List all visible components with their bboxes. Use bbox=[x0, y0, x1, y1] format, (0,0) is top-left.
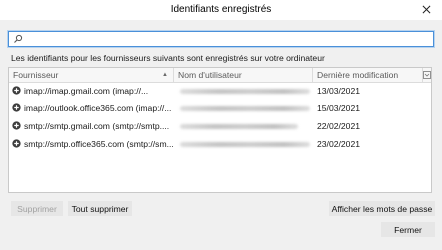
username-cell bbox=[174, 83, 313, 100]
provider-text: smtp://smtp.gmail.com (smtp://smtp.... bbox=[24, 121, 170, 131]
modified-cell: 22/02/2021 bbox=[317, 121, 361, 131]
table-row[interactable]: imap://imap.gmail.com (imap://... 13/03/… bbox=[9, 83, 431, 100]
column-header-modified-label: Dernière modification bbox=[317, 70, 399, 80]
expand-plus-icon[interactable] bbox=[12, 121, 21, 130]
show-passwords-button[interactable]: Afficher les mots de passe bbox=[329, 201, 435, 216]
table-row[interactable]: smtp://smtp.gmail.com (smtp://smtp.... 2… bbox=[9, 118, 431, 135]
close-button[interactable]: Fermer bbox=[381, 222, 435, 237]
close-button-label: Fermer bbox=[394, 225, 422, 235]
column-header-username[interactable]: Nom d'utilisateur bbox=[174, 68, 313, 82]
provider-text: imap://outlook.office365.com (imap://... bbox=[24, 103, 172, 113]
column-header-provider[interactable]: Fournisseur ▲ bbox=[9, 68, 174, 82]
expand-plus-icon[interactable] bbox=[12, 86, 21, 95]
title-bar: Identifiants enregistrés bbox=[0, 0, 442, 20]
search-input[interactable] bbox=[25, 32, 425, 46]
provider-text: smtp://smtp.office365.com (smtp://sm... bbox=[24, 139, 174, 149]
delete-button-label: Supprimer bbox=[17, 204, 57, 214]
delete-all-button-label: Tout supprimer bbox=[71, 204, 129, 214]
username-cell bbox=[174, 100, 313, 117]
column-picker-button[interactable] bbox=[423, 68, 431, 82]
expand-plus-icon[interactable] bbox=[12, 139, 21, 148]
delete-button[interactable]: Supprimer bbox=[11, 201, 63, 216]
search-icon bbox=[14, 34, 23, 43]
modified-cell: 23/02/2021 bbox=[317, 139, 361, 149]
column-header-provider-label: Fournisseur bbox=[13, 70, 59, 80]
column-header-username-label: Nom d'utilisateur bbox=[178, 70, 242, 80]
delete-all-button[interactable]: Tout supprimer bbox=[68, 201, 132, 216]
provider-cell: imap://imap.gmail.com (imap://... bbox=[12, 83, 174, 100]
search-field[interactable] bbox=[8, 31, 434, 47]
table-header: Fournisseur ▲ Nom d'utilisateur Dernière… bbox=[9, 68, 431, 83]
provider-cell: smtp://smtp.office365.com (smtp://sm... bbox=[12, 136, 174, 153]
redacted-username bbox=[180, 89, 310, 95]
table-row[interactable]: smtp://smtp.office365.com (smtp://sm... … bbox=[9, 136, 431, 153]
redacted-username bbox=[180, 124, 298, 130]
show-passwords-button-label: Afficher les mots de passe bbox=[331, 204, 433, 214]
description-text: Les identifiants pour les fournisseurs s… bbox=[11, 53, 325, 63]
close-window-button[interactable] bbox=[416, 1, 436, 18]
provider-text: imap://imap.gmail.com (imap://... bbox=[24, 86, 149, 96]
column-picker-icon bbox=[423, 71, 431, 79]
provider-cell: imap://outlook.office365.com (imap://... bbox=[12, 100, 174, 117]
sort-ascending-icon: ▲ bbox=[162, 72, 168, 78]
close-icon bbox=[422, 5, 430, 14]
redacted-username bbox=[180, 142, 310, 148]
provider-cell: smtp://smtp.gmail.com (smtp://smtp.... bbox=[12, 118, 174, 135]
credentials-table: Fournisseur ▲ Nom d'utilisateur Dernière… bbox=[8, 67, 432, 193]
table-row[interactable]: imap://outlook.office365.com (imap://...… bbox=[9, 100, 431, 117]
username-cell bbox=[174, 136, 313, 153]
column-header-modified[interactable]: Dernière modification bbox=[313, 68, 423, 82]
redacted-username bbox=[180, 106, 310, 112]
window-title: Identifiants enregistrés bbox=[170, 4, 272, 15]
modified-cell: 13/03/2021 bbox=[317, 86, 361, 96]
modified-cell: 15/03/2021 bbox=[317, 103, 361, 113]
expand-plus-icon[interactable] bbox=[12, 103, 21, 112]
username-cell bbox=[174, 118, 313, 135]
